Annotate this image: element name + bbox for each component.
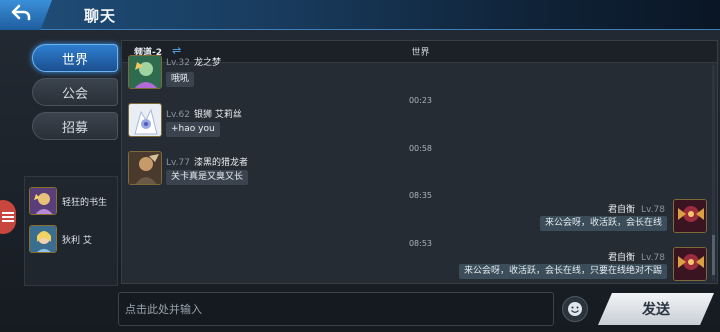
sender-meta: Lv.77 漆黑的猎龙者 (166, 155, 248, 168)
friend-avatar (29, 187, 57, 215)
sender-level: Lv.32 (166, 58, 190, 68)
sender-level: Lv.62 (166, 110, 190, 120)
friend-item[interactable]: 狄利 艾 (29, 220, 115, 258)
sender-avatar[interactable] (128, 151, 162, 185)
send-button[interactable]: 发送 (598, 293, 714, 325)
sender-name: 君自衡 (608, 205, 636, 215)
sender-meta: 君自衡 Lv.78 (604, 202, 665, 215)
back-button[interactable] (0, 0, 52, 30)
menu-icon (1, 212, 14, 222)
friend-name: 轻狂的书生 (62, 197, 108, 208)
sender-meta: Lv.32 龙之梦 (166, 55, 221, 68)
chat-message: Lv.62 银狮 艾莉丝 +hao you (122, 103, 322, 143)
sender-name: 龙之梦 (193, 58, 221, 68)
chat-message-self: 君自衡 Lv.78 来公会呀，收活跃，会长在线 (413, 199, 713, 239)
sender-avatar[interactable] (128, 55, 162, 89)
emoji-face-icon (568, 302, 582, 316)
friend-name: 狄利 艾 (62, 235, 92, 246)
scrollbar-thumb[interactable] (712, 235, 715, 275)
sender-meta: 君自衡 Lv.78 (604, 250, 665, 263)
emoji-button[interactable] (562, 296, 588, 322)
sender-level: Lv.77 (166, 158, 190, 168)
friend-avatar (29, 225, 57, 253)
message-bubble: 来公会呀，收活跃，会长在线，只要在线绝对不踢 (458, 264, 667, 279)
back-arrow-icon (11, 4, 31, 26)
side-drawer-handle[interactable] (0, 200, 16, 234)
message-bubble: 来公会呀，收活跃，会长在线 (539, 216, 667, 231)
sender-avatar[interactable] (673, 199, 707, 233)
message-bubble: 关卡真是又臭又长 (166, 170, 249, 185)
message-input[interactable] (119, 293, 553, 325)
chat-panel: 世界 频道-2 ⇌ Lv.32 龙之梦 哦吼 00:23 Lv.62 银狮 艾莉丝 … (121, 40, 718, 284)
message-bubble: +hao you (166, 122, 220, 137)
sender-name: 漆黑的猎龙者 (193, 158, 248, 168)
tab-recruit[interactable]: 招募 (32, 112, 118, 140)
chat-message-self: 君自衡 Lv.78 来公会呀，收活跃，会长在线，只要在线绝对不踢 (393, 247, 713, 283)
page-title: 聊天 (84, 7, 117, 25)
message-bubble: 哦吼 (166, 72, 195, 87)
sender-name: 君自衡 (608, 253, 636, 263)
sender-level: Lv.78 (641, 253, 665, 263)
tab-world[interactable]: 世界 (32, 44, 118, 72)
sender-level: Lv.78 (641, 205, 665, 215)
friend-list: 轻狂的书生 狄利 艾 (24, 176, 118, 286)
chat-message: Lv.77 漆黑的猎龙者 关卡真是又臭又长 (122, 151, 322, 191)
friend-item[interactable]: 轻狂的书生 (29, 182, 115, 220)
chat-message: Lv.32 龙之梦 哦吼 (122, 55, 322, 95)
sender-avatar[interactable] (673, 247, 707, 281)
tab-guild[interactable]: 公会 (32, 78, 118, 106)
chat-screen: 聊天 世界 公会 招募 轻狂的书生 狄利 艾 世界 频道-2 ⇌ Lv.32 龙… (0, 0, 720, 332)
sender-meta: Lv.62 银狮 艾莉丝 (166, 107, 242, 120)
sender-avatar[interactable] (128, 103, 162, 137)
top-bar: 聊天 (0, 0, 720, 30)
message-input-box[interactable] (118, 292, 554, 326)
chat-scrollbar[interactable] (712, 65, 715, 281)
sender-name: 银狮 艾莉丝 (193, 110, 242, 120)
